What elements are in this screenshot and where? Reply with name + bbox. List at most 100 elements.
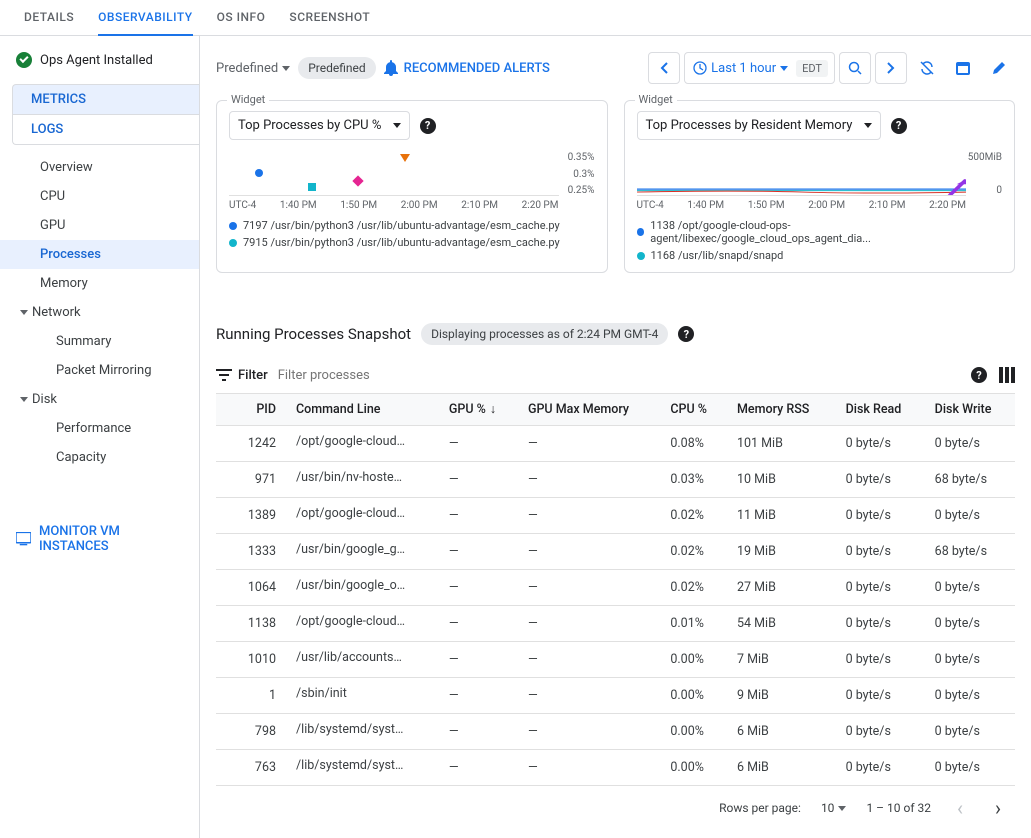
col-disk-write[interactable]: Disk Write [925, 394, 1015, 426]
monitor-vm-instances-link[interactable]: MONITOR VM INSTANCES [0, 512, 199, 566]
tab-screenshot[interactable]: SCREENSHOT [289, 0, 370, 36]
sidebar-tab-logs[interactable]: LOGS [12, 114, 199, 145]
cell-rss: 11 MiB [727, 498, 836, 534]
sidebar-tab-metrics[interactable]: METRICS [12, 84, 199, 114]
cell-pid: 1333 [216, 534, 286, 570]
chevron-down-icon [20, 310, 28, 315]
cell-cpu: 0.00% [660, 678, 727, 714]
data-point [353, 175, 364, 186]
cell-rss: 19 MiB [727, 534, 836, 570]
data-point [308, 183, 316, 191]
cell-pid: 971 [216, 462, 286, 498]
cell-cmd: /usr/bin/google_gu... [286, 534, 439, 570]
legend-item[interactable]: 1168 /usr/lib/snapd/snapd [637, 247, 1003, 264]
cell-cmd: /opt/google-cloud-o... [286, 606, 439, 642]
cell-dread: 0 byte/s [836, 462, 925, 498]
legend-item[interactable]: 7915 /usr/bin/python3 /usr/lib/ubuntu-ad… [229, 234, 595, 251]
table-row[interactable]: 1010 /usr/lib/accountsse... — — 0.00% 7 … [216, 642, 1015, 678]
table-row[interactable]: 971 /usr/bin/nv-hosteng... — — 0.03% 10 … [216, 462, 1015, 498]
sidebar-item-gpu[interactable]: GPU [0, 211, 199, 240]
cell-gpumax: — [518, 606, 660, 642]
sidebar-item-overview[interactable]: Overview [0, 153, 199, 182]
table-row[interactable]: 1064 /usr/bin/google_osc... — — 0.02% 27… [216, 570, 1015, 606]
widget-selector[interactable]: Top Processes by Resident Memory [637, 111, 882, 140]
table-row[interactable]: 798 /lib/systemd/syste... — — 0.00% 6 Mi… [216, 714, 1015, 750]
time-next-button[interactable] [875, 52, 907, 84]
cell-cmd: /lib/systemd/syste... [286, 750, 439, 786]
sidebar-item-network[interactable]: Network [0, 298, 199, 327]
col-gpu[interactable]: GPU %↓ [439, 394, 518, 426]
cell-pid: 1138 [216, 606, 286, 642]
sidebar-item-memory[interactable]: Memory [0, 269, 199, 298]
cell-dwrite: 68 byte/s [925, 462, 1015, 498]
col-gpu-max[interactable]: GPU Max Memory [518, 394, 660, 426]
tab-details[interactable]: DETAILS [24, 0, 74, 36]
snapshot-title: Running Processes Snapshot [216, 325, 411, 343]
filter-input[interactable] [278, 368, 961, 383]
cell-gpu: — [439, 678, 518, 714]
cell-cmd: /usr/bin/nv-hosteng... [286, 462, 439, 498]
table-row[interactable]: 1242 /opt/google-cloud-o... — — 0.08% 10… [216, 426, 1015, 462]
sidebar-item-capacity[interactable]: Capacity [0, 443, 199, 472]
toolbar: Predefined Predefined RECOMMENDED ALERTS… [216, 44, 1015, 96]
sidebar-item-cpu[interactable]: CPU [0, 182, 199, 211]
cell-cmd: /opt/google-cloud-o... [286, 426, 439, 462]
help-icon[interactable]: ? [420, 118, 436, 134]
table-row[interactable]: 1138 /opt/google-cloud-o... — — 0.01% 54… [216, 606, 1015, 642]
cell-rss: 10 MiB [727, 462, 836, 498]
cell-gpu: — [439, 426, 518, 462]
col-rss[interactable]: Memory RSS [727, 394, 836, 426]
predefined-dropdown[interactable]: Predefined [216, 61, 290, 76]
help-icon[interactable]: ? [678, 326, 694, 342]
time-prev-button[interactable] [648, 52, 680, 84]
sidebar-item-packet-mirroring[interactable]: Packet Mirroring [0, 356, 199, 385]
monitor-icon [16, 532, 31, 546]
time-range-selector[interactable]: Last 1 hour EDT [684, 52, 835, 84]
sidebar-item-summary[interactable]: Summary [0, 327, 199, 356]
cell-cpu: 0.01% [660, 606, 727, 642]
refresh-off-icon [918, 59, 936, 77]
help-icon[interactable]: ? [971, 367, 987, 383]
sidebar-item-processes[interactable]: Processes [0, 240, 199, 269]
filter-button[interactable]: Filter [216, 368, 268, 383]
table-row[interactable]: 1389 /opt/google-cloud-o... — — 0.02% 11… [216, 498, 1015, 534]
snapshot-time-chip: Displaying processes as of 2:24 PM GMT-4 [421, 323, 668, 345]
col-cpu[interactable]: CPU % [660, 394, 727, 426]
cell-cpu: 0.00% [660, 750, 727, 786]
tab-observability[interactable]: OBSERVABILITY [98, 0, 193, 36]
cell-gpumax: — [518, 426, 660, 462]
cell-cpu: 0.03% [660, 462, 727, 498]
table-row[interactable]: 763 /lib/systemd/syste... — — 0.00% 6 Mi… [216, 750, 1015, 786]
legend-item[interactable]: 1138 /opt/google-cloud-ops-agent/libexec… [637, 217, 1003, 247]
recommended-alerts-button[interactable]: RECOMMENDED ALERTS [384, 60, 550, 76]
top-tabs: DETAILS OBSERVABILITY OS INFO SCREENSHOT [0, 0, 1031, 36]
help-icon[interactable]: ? [891, 118, 907, 134]
widget-label: Widget [227, 93, 269, 106]
col-cmd[interactable]: Command Line [286, 394, 439, 426]
y-tick: 0.3% [573, 169, 594, 180]
tab-os-info[interactable]: OS INFO [217, 0, 266, 36]
widget-selector[interactable]: Top Processes by CPU % [229, 111, 410, 140]
chevron-down-icon [282, 66, 290, 71]
search-icon [848, 61, 862, 75]
cell-gpumax: — [518, 570, 660, 606]
widget-cpu-percent: Widget Top Processes by CPU % ? 0.35% 0.… [216, 100, 608, 273]
auto-refresh-button[interactable] [911, 52, 943, 84]
cell-dread: 0 byte/s [836, 534, 925, 570]
calendar-button[interactable] [947, 52, 979, 84]
table-row[interactable]: 1333 /usr/bin/google_gu... — — 0.02% 19 … [216, 534, 1015, 570]
filter-label: Filter [238, 368, 268, 383]
columns-icon[interactable] [999, 367, 1015, 383]
predefined-chip[interactable]: Predefined [298, 57, 375, 79]
page-next-button[interactable]: › [989, 796, 1007, 820]
col-pid[interactable]: PID [216, 394, 286, 426]
sidebar-item-disk[interactable]: Disk [0, 385, 199, 414]
legend-item[interactable]: 7197 /usr/bin/python3 /usr/lib/ubuntu-ad… [229, 217, 595, 234]
search-button[interactable] [839, 52, 871, 84]
sidebar-item-performance[interactable]: Performance [0, 414, 199, 443]
col-disk-read[interactable]: Disk Read [836, 394, 925, 426]
page-prev-button[interactable]: ‹ [951, 796, 969, 820]
table-row[interactable]: 1 /sbin/init — — 0.00% 9 MiB 0 byte/s 0 … [216, 678, 1015, 714]
edit-button[interactable] [983, 52, 1015, 84]
rows-per-page-select[interactable]: 10 [821, 801, 847, 815]
